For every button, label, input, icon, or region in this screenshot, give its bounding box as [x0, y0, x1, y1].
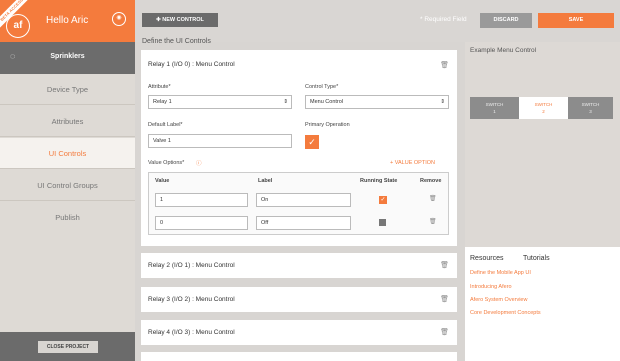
attribute-select[interactable]: Relay 1 ⇕ [148, 95, 292, 109]
switch-1-name: SWITCH [485, 102, 504, 107]
default-label-input[interactable]: Valve 1 [148, 134, 292, 148]
trash-icon[interactable]: 🗑 [440, 295, 449, 303]
option-1-label-input[interactable]: On [256, 193, 351, 207]
resource-link[interactable]: Afero System Overview [470, 297, 527, 303]
switch-2-name: SWITCH [534, 102, 553, 107]
primary-operation-label: Primary Operation [305, 122, 350, 128]
column-label: Label [258, 178, 273, 184]
control-type-value: Menu Control [310, 99, 344, 105]
control-type-label: Control Type* [305, 84, 339, 90]
switch-3-num: 3 [589, 109, 592, 114]
nav-attributes[interactable]: Attributes [0, 106, 135, 137]
section-title: Define the UI Controls [142, 38, 211, 45]
trash-icon[interactable]: 🗑 [440, 261, 449, 269]
relay-1-title[interactable]: Relay 1 (I/O 0) : Menu Control [148, 61, 235, 68]
switch-2-num: 2 [542, 109, 545, 114]
info-icon[interactable]: ⓘ [196, 159, 202, 167]
relay-4-card: Relay 4 (I/O 3) : Menu Control 🗑 [141, 320, 457, 345]
value-options-label: Value Options* [148, 160, 185, 166]
attribute-value: Relay 1 [153, 99, 172, 105]
example-panel [465, 42, 620, 247]
default-label-label: Default Label* [148, 122, 183, 128]
nav-ui-controls[interactable]: UI Controls [0, 138, 135, 169]
option-1-running-checkbox[interactable]: ✓ [379, 196, 387, 204]
switch-3[interactable]: SWITCH 3 [568, 97, 613, 119]
trash-icon[interactable]: 🗑 [429, 196, 437, 203]
new-control-button[interactable]: ✚ NEW CONTROL [142, 13, 218, 27]
tab-tutorials[interactable]: Tutorials [523, 255, 550, 262]
column-value: Value [155, 178, 170, 184]
option-2-label-input[interactable]: Off [256, 216, 351, 230]
example-title: Example Menu Control [470, 47, 537, 54]
more-card [141, 352, 457, 361]
relay-2-title[interactable]: Relay 2 (I/O 1) : Menu Control [148, 262, 235, 269]
trash-icon[interactable]: 🗑 [429, 219, 437, 226]
afero-logo[interactable]: af [6, 14, 30, 38]
switch-3-name: SWITCH [581, 102, 600, 107]
close-project-bar: CLOSE PROJECT [0, 332, 135, 361]
trash-icon[interactable]: 🗑 [440, 61, 449, 69]
switch-2[interactable]: SWITCH 2 [519, 97, 568, 119]
nav-publish[interactable]: Publish [0, 202, 135, 233]
column-remove: Remove [420, 178, 442, 184]
save-button[interactable]: SAVE [538, 13, 614, 28]
resource-link[interactable]: Core Development Concepts [470, 310, 541, 316]
new-control-label: NEW CONTROL [162, 17, 204, 23]
option-2-value-input[interactable]: 0 [155, 216, 248, 230]
switch-1-num: 1 [493, 109, 496, 114]
nav-device-type[interactable]: Device Type [0, 74, 135, 105]
nav-ui-control-groups[interactable]: UI Control Groups [0, 170, 135, 201]
option-2-running-checkbox[interactable] [379, 219, 386, 226]
discard-button[interactable]: DISCARD [480, 13, 532, 28]
column-running-state: Running State [360, 178, 398, 184]
relay-4-title[interactable]: Relay 4 (I/O 3) : Menu Control [148, 329, 235, 336]
project-header: ◌ Sprinklers [0, 42, 135, 74]
required-note: * Required Field [420, 16, 467, 23]
attribute-label: Attribute* [148, 84, 171, 90]
settings-gear-icon[interactable]: ◉ [112, 12, 126, 26]
relay-2-card: Relay 2 (I/O 1) : Menu Control 🗑 [141, 253, 457, 278]
close-project-button[interactable]: CLOSE PROJECT [38, 341, 98, 353]
select-arrows-icon: ⇕ [283, 99, 288, 105]
add-value-option-button[interactable]: + VALUE OPTION [390, 160, 435, 166]
primary-operation-checkbox[interactable]: ✓ [305, 135, 319, 149]
resource-link[interactable]: Introducing Afero [470, 284, 512, 290]
tab-resources[interactable]: Resources [470, 255, 503, 262]
trash-icon[interactable]: 🗑 [440, 328, 449, 336]
brand-header: BETA ACCESS af Hello Aric ◉ [0, 0, 135, 42]
switch-1[interactable]: SWITCH 1 [470, 97, 519, 119]
project-name: Sprinklers [50, 53, 85, 60]
resource-link[interactable]: Define the Mobile App UI [470, 270, 531, 276]
control-type-select[interactable]: Menu Control ⇕ [305, 95, 449, 109]
relay-3-title[interactable]: Relay 3 (I/O 2) : Menu Control [148, 296, 235, 303]
select-arrows-icon: ⇕ [440, 99, 445, 105]
relay-3-card: Relay 3 (I/O 2) : Menu Control 🗑 [141, 287, 457, 312]
option-1-value-input[interactable]: 1 [155, 193, 248, 207]
greeting: Hello Aric [46, 15, 89, 26]
